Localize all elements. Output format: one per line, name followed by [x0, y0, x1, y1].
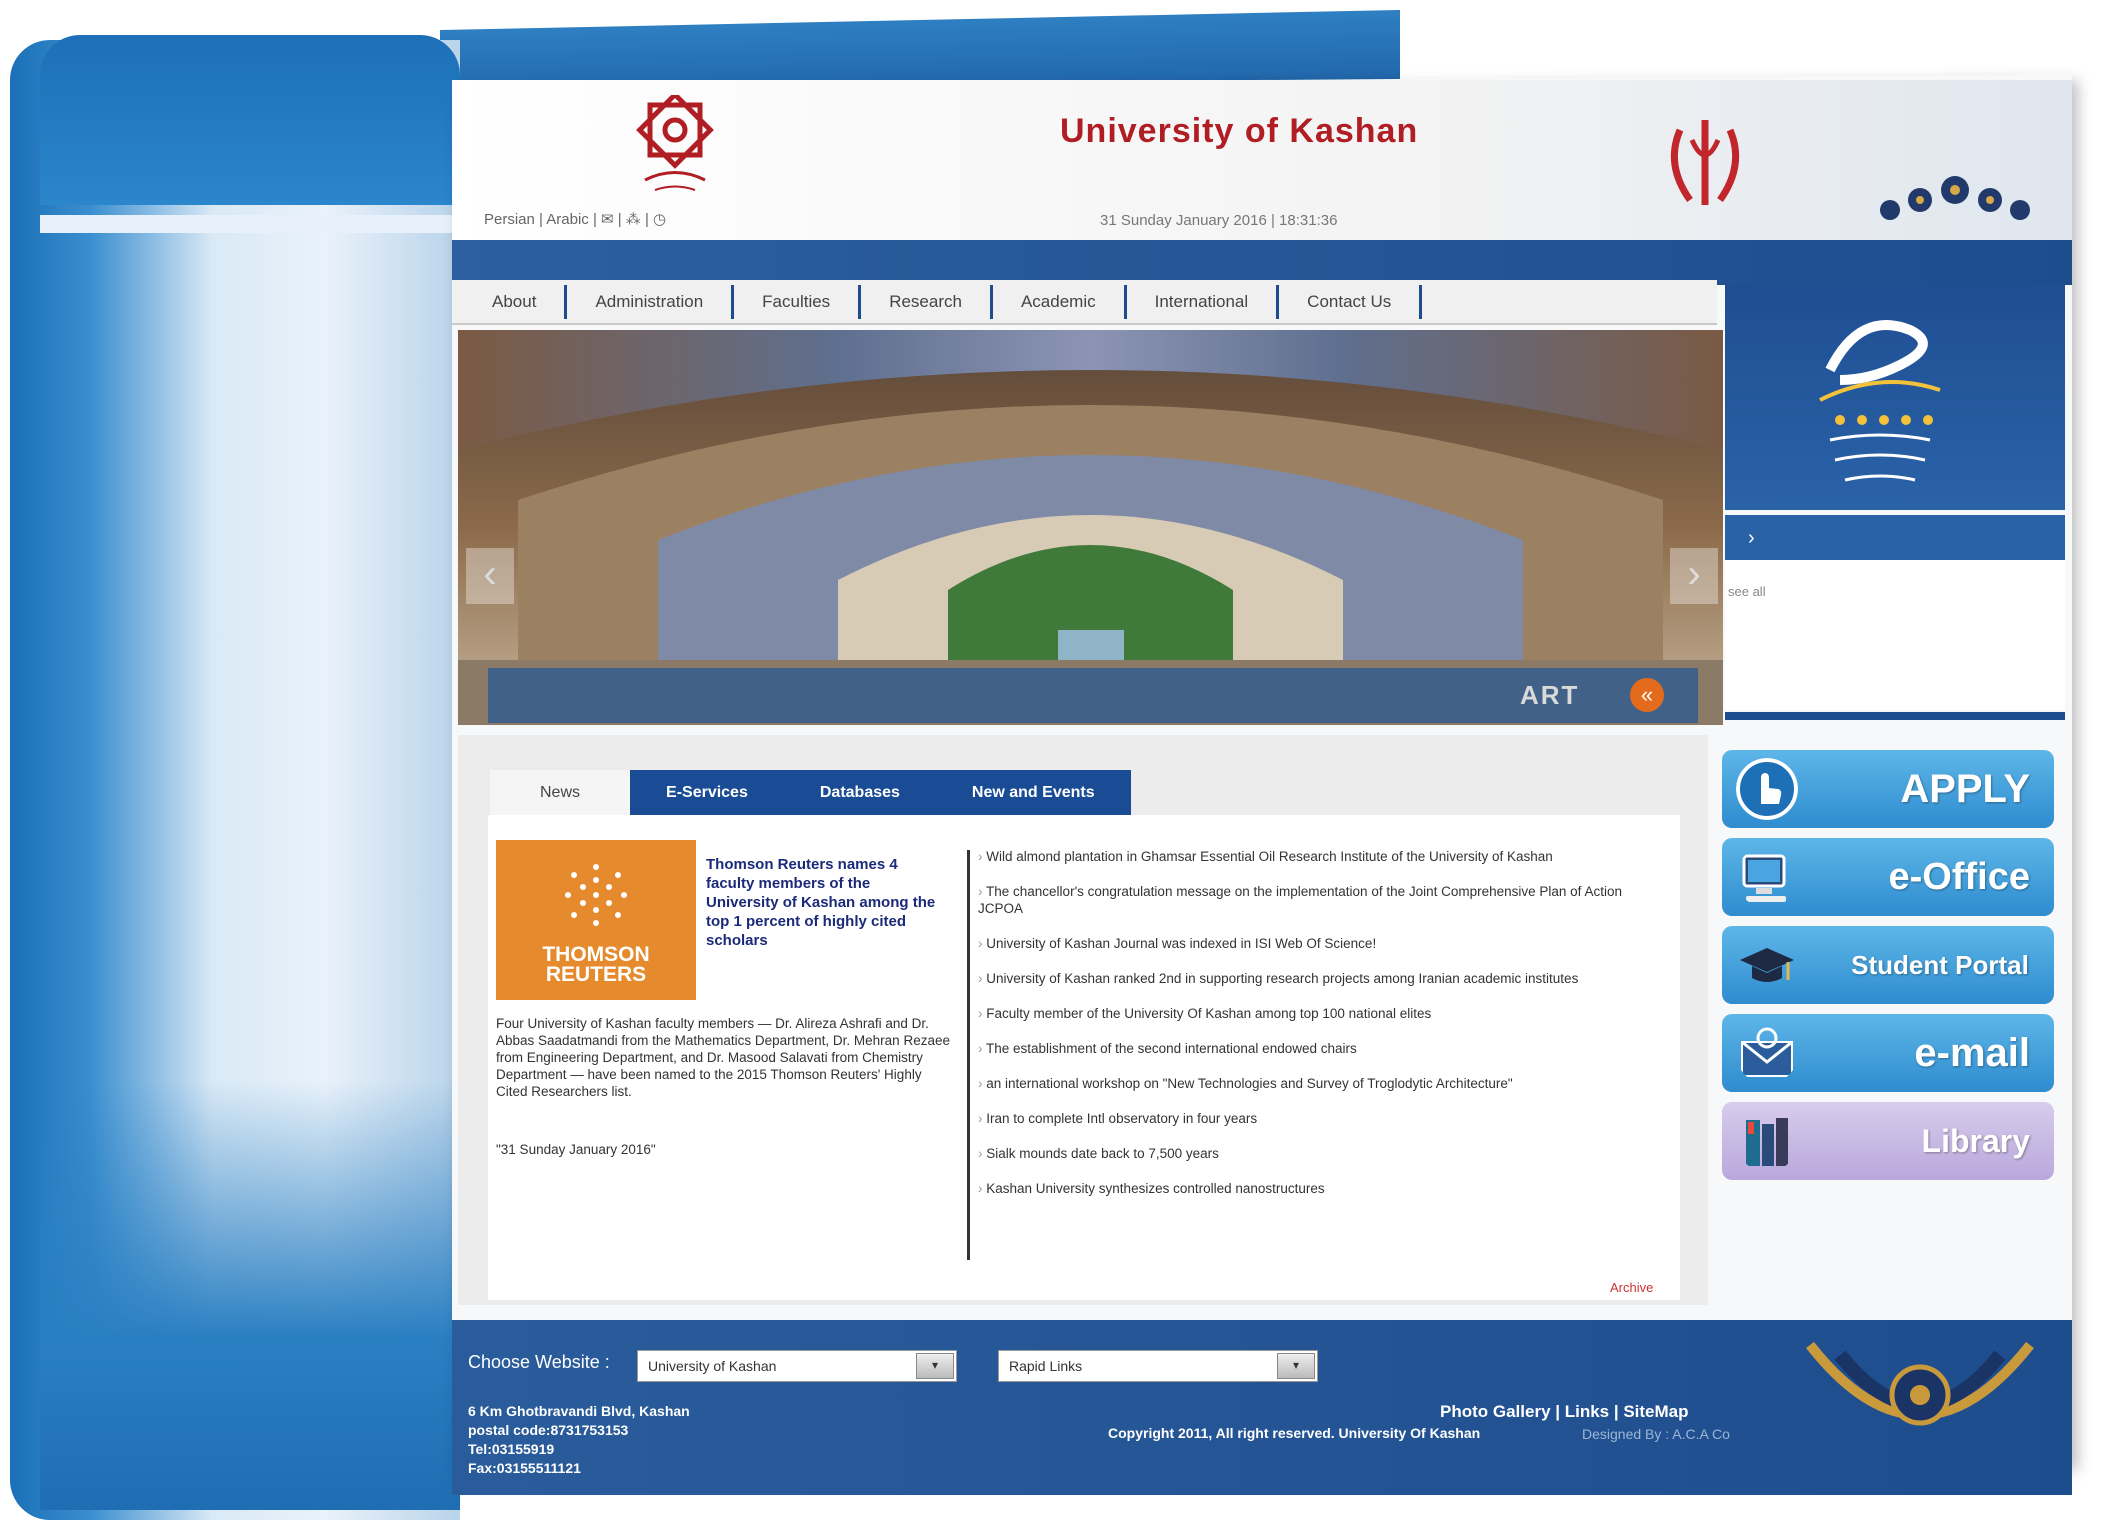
tab-news[interactable]: News [490, 770, 631, 815]
nav-item-administration[interactable]: Administration [567, 284, 735, 319]
archive-link[interactable]: Archive [1610, 1280, 1653, 1295]
choose-website-label: Choose Website : [468, 1352, 610, 1372]
feature-body: Four University of Kashan faculty member… [496, 1016, 950, 1099]
footer-address: 6 Km Ghotbravandi Blvd, Kashan postal co… [468, 1402, 690, 1478]
language-links[interactable]: Persian | Arabic | ✉ | ⁂ | ◷ [484, 210, 666, 228]
news-item[interactable]: University of Kashan ranked 2nd in suppo… [978, 970, 1668, 987]
right-news-bar [1725, 515, 2065, 560]
books-icon [1746, 1118, 1788, 1166]
hand-pointer-icon [1736, 758, 1798, 820]
library-label: Library [1921, 1122, 2030, 1159]
news-item[interactable]: Iran to complete Intl observatory in fou… [978, 1110, 1668, 1127]
fax: Fax:03155511121 [468, 1460, 581, 1476]
copyright-text: Copyright 2011, All right reserved. Univ… [1108, 1425, 1481, 1441]
nav-item-about[interactable]: About [464, 284, 568, 319]
news-item[interactable]: The establishment of the second internat… [978, 1040, 1668, 1057]
phone: Tel:03155919 [468, 1441, 555, 1457]
footer-ornament-icon [1806, 1341, 2034, 1426]
website-select[interactable]: University of Kashan ▾ [637, 1350, 957, 1382]
main-nav: About Administration Faculties Research … [452, 280, 1717, 325]
tab-databases[interactable]: Databases [783, 770, 936, 815]
website-select-value: University of Kashan [648, 1358, 777, 1374]
nav-item-research[interactable]: Research [861, 284, 993, 319]
nav-item-contact-us[interactable]: Contact Us [1279, 284, 1423, 319]
nav-item-faculties[interactable]: Faculties [734, 284, 862, 319]
slider-toggle-icon[interactable]: « [1630, 678, 1664, 712]
dots-globe-icon [565, 864, 627, 926]
iran-emblem-icon [1670, 120, 1740, 205]
address-line: 6 Km Ghotbravandi Blvd, Kashan [468, 1403, 690, 1419]
dropdown-arrow-icon[interactable]: ▾ [1277, 1353, 1315, 1379]
news-item[interactable]: Kashan University synthesizes controlled… [978, 1180, 1668, 1197]
university-logo-icon[interactable] [620, 95, 730, 205]
content-tabs: News E-Services Databases New and Events [490, 770, 1131, 815]
thomson-word: THOMSON [542, 943, 650, 966]
spine-bottom-band [40, 1080, 460, 1510]
feature-date: "31 Sunday January 2016" [496, 1142, 656, 1157]
header-blue-band [452, 240, 2072, 285]
header-ornament-icon [1880, 176, 2030, 220]
rapid-links-select[interactable]: Rapid Links ▾ [998, 1350, 1318, 1382]
e-mail-button[interactable]: e-mail [1722, 1014, 2054, 1092]
nav-item-academic[interactable]: Academic [993, 284, 1127, 319]
tab-e-services[interactable]: E-Services [630, 770, 784, 815]
apply-label: APPLY [1900, 766, 2030, 811]
spine-top-band [40, 35, 460, 205]
feature-headline[interactable]: Thomson Reuters names 4 faculty members … [706, 855, 946, 950]
slider-next-button[interactable]: › [1670, 548, 1718, 604]
e-namad-logo-icon[interactable] [1800, 290, 1960, 500]
computer-icon [1742, 854, 1786, 902]
news-divider [967, 850, 970, 1260]
envelope-icon [1741, 1027, 1793, 1077]
library-button[interactable]: Library [1722, 1102, 2054, 1180]
slider-prev-button[interactable]: ‹ [466, 548, 514, 604]
postal-code: postal code:8731753153 [468, 1422, 629, 1438]
nav-item-international[interactable]: International [1127, 284, 1280, 319]
apply-button[interactable]: APPLY [1722, 750, 2054, 828]
date-time: 31 Sunday January 2016 | 18:31:36 [1100, 212, 1338, 229]
graduation-cap-icon [1740, 948, 1794, 982]
thomson-reuters-wordmark: THOMSON REUTERS [496, 943, 696, 986]
spine-stripe [40, 215, 460, 233]
designed-by-text: Designed By : A.C.A Co [1582, 1426, 1730, 1442]
news-item[interactable]: Sialk mounds date back to 7,500 years [978, 1145, 1668, 1162]
right-news-box [1725, 560, 2065, 710]
chevron-right-icon[interactable]: › [1748, 527, 1755, 550]
student-portal-label: Student Portal [1851, 949, 2029, 980]
news-item[interactable]: University of Kashan Journal was indexed… [978, 935, 1668, 952]
footer-links[interactable]: Photo Gallery | Links | SiteMap [1440, 1402, 1689, 1422]
page-title: University of Kashan [1060, 112, 1419, 150]
right-divider [1725, 712, 2065, 720]
news-item[interactable]: Wild almond plantation in Ghamsar Essent… [978, 848, 1668, 865]
reuters-word: REUTERS [545, 963, 647, 986]
e-office-label: e-Office [1888, 855, 2030, 898]
slider-caption: ART [1520, 680, 1580, 710]
news-item[interactable]: an international workshop on "New Techno… [978, 1075, 1668, 1092]
slider-caption-bar [488, 668, 1698, 723]
news-item[interactable]: The chancellor's congratulation message … [978, 883, 1668, 917]
news-item[interactable]: Faculty member of the University Of Kash… [978, 1005, 1668, 1022]
e-office-button[interactable]: e-Office [1722, 838, 2054, 916]
dropdown-arrow-icon[interactable]: ▾ [916, 1353, 954, 1379]
news-list: Wild almond plantation in Ghamsar Essent… [978, 848, 1668, 1215]
hero-slider-image[interactable] [458, 330, 1723, 725]
student-portal-button[interactable]: Student Portal [1722, 926, 2054, 1004]
see-all-link[interactable]: see all [1728, 584, 1766, 599]
e-mail-label: e-mail [1914, 1030, 2030, 1075]
tab-new-and-events[interactable]: New and Events [935, 770, 1131, 815]
rapid-links-select-value: Rapid Links [1009, 1358, 1083, 1374]
